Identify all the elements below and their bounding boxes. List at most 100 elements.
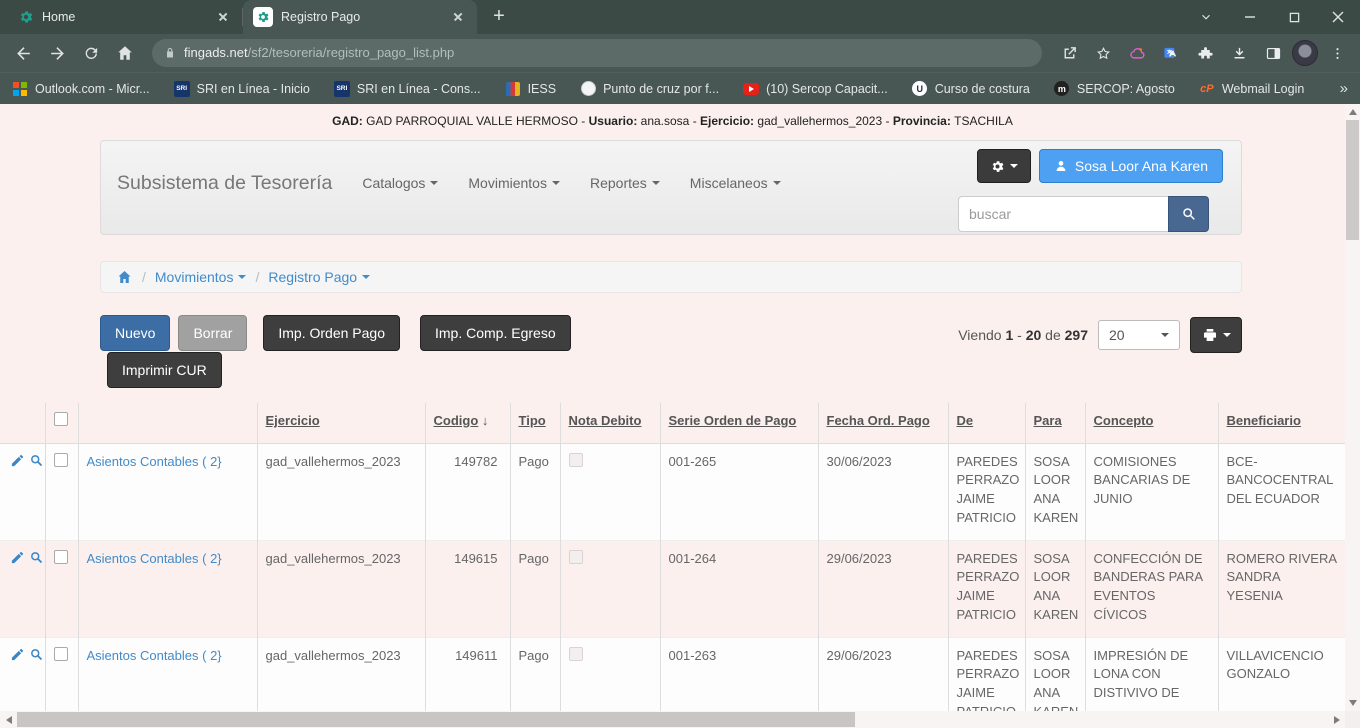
edit-pencil-icon[interactable] [10,647,25,662]
cell-beneficiario: ROMERO RIVERA SANDRA YESENIA [1218,540,1345,637]
translate-extension-icon[interactable] [1156,38,1186,68]
vertical-scrollbar[interactable] [1345,104,1360,711]
table-row: Asientos Contables ( 2} gad_vallehermos_… [0,443,1345,540]
horizontal-scrollbar[interactable] [0,711,1345,728]
cell-serie: 001-264 [660,540,818,637]
cell-ejercicio: gad_vallehermos_2023 [257,443,425,540]
header-para: Para [1025,403,1085,443]
tab-search-chevron-icon[interactable] [1184,0,1228,34]
sort-desc-icon: ↓ [482,413,489,428]
settings-gear-button[interactable] [977,149,1031,183]
print-dropdown-button[interactable] [1190,317,1242,353]
select-all-checkbox[interactable] [54,412,68,426]
tab-close-icon[interactable] [214,8,232,26]
scroll-up-arrow-icon[interactable] [1345,104,1360,120]
bookmark-iess[interactable]: IESS [505,81,557,97]
bookmark-sri-inicio[interactable]: SRI SRI en Línea - Inicio [174,81,310,97]
header-asientos [78,403,257,443]
imp-comp-egreso-button[interactable]: Imp. Comp. Egreso [420,315,571,351]
bookmark-outlook[interactable]: Outlook.com - Micr... [12,81,150,97]
bookmark-curso-costura[interactable]: U Curso de costura [912,81,1030,97]
reload-icon[interactable] [76,38,106,68]
cell-beneficiario: BCE-BANCOCENTRAL DEL ECUADOR [1218,443,1345,540]
nuevo-button[interactable]: Nuevo [100,315,170,351]
side-panel-icon[interactable] [1258,38,1288,68]
bookmark-punto-de-cruz[interactable]: Punto de cruz por f... [580,81,719,97]
bookmark-sri-consultas[interactable]: SRI SRI en Línea - Cons... [334,81,481,97]
header-codigo: Codigo ↓ [425,403,510,443]
chevron-down-icon [552,181,560,185]
home-icon[interactable] [110,38,140,68]
minimize-icon[interactable] [1228,0,1272,34]
browser-menu-kebab-icon[interactable] [1322,38,1352,68]
asientos-contables-link[interactable]: Asientos Contables ( 2} [87,551,222,566]
imprimir-cur-button[interactable]: Imprimir CUR [107,352,222,388]
breadcrumb-registro-pago[interactable]: Registro Pago [268,269,370,285]
horizontal-scrollbar-thumb[interactable] [17,712,855,727]
chevron-down-icon [238,275,246,279]
cpanel-icon: cP [1199,81,1215,97]
imp-orden-pago-button[interactable]: Imp. Orden Pago [263,315,400,351]
header-fecha-ord: Fecha Ord. Pago [818,403,948,443]
downloads-icon[interactable] [1224,38,1254,68]
view-magnifier-icon[interactable] [29,647,44,662]
actions-row: Nuevo Borrar Imp. Orden Pago Imp. Comp. … [100,315,1242,388]
gear-icon [990,159,1005,174]
bookmark-sercop-youtube[interactable]: (10) Sercop Capacit... [743,81,888,97]
row-checkbox[interactable] [54,647,68,661]
header-beneficiario: Beneficiario [1218,403,1345,443]
tab-registro-pago[interactable]: Registro Pago [243,0,477,34]
share-icon[interactable] [1054,38,1084,68]
header-concepto: Concepto [1085,403,1218,443]
cell-tipo: Pago [510,443,560,540]
new-tab-button[interactable]: + [485,3,513,31]
menu-catalogos[interactable]: Catalogos [347,165,453,201]
chevron-down-icon [773,181,781,185]
asientos-contables-link[interactable]: Asientos Contables ( 2} [87,454,222,469]
bookmark-webmail[interactable]: cP Webmail Login [1199,81,1304,97]
back-icon[interactable] [8,38,38,68]
scroll-down-arrow-icon[interactable] [1345,695,1360,711]
cell-ejercicio: gad_vallehermos_2023 [257,540,425,637]
scroll-left-arrow-icon[interactable] [0,711,17,728]
weather-extension-cloud-icon[interactable] [1122,38,1152,68]
view-magnifier-icon[interactable] [29,550,44,565]
maximize-icon[interactable] [1272,0,1316,34]
table-row: Asientos Contables ( 2} gad_vallehermos_… [0,540,1345,637]
bookmarks-overflow-chevron[interactable]: » [1340,80,1348,97]
cell-fecha: 29/06/2023 [818,540,948,637]
tab-close-icon[interactable] [449,8,467,26]
person-icon [1054,159,1068,173]
menu-movimientos[interactable]: Movimientos [453,165,575,201]
table-header-row: Ejercicio Codigo ↓ Tipo Nota Debito Seri… [0,403,1345,443]
breadcrumb-home-icon[interactable] [116,269,133,285]
page-size-select[interactable]: 20 [1098,320,1180,350]
user-button[interactable]: Sosa Loor Ana Karen [1039,149,1223,183]
edit-pencil-icon[interactable] [10,453,25,468]
menu-reportes[interactable]: Reportes [575,165,675,201]
row-checkbox[interactable] [54,550,68,564]
view-magnifier-icon[interactable] [29,453,44,468]
profile-avatar[interactable] [1292,40,1318,66]
borrar-button[interactable]: Borrar [178,315,247,351]
vertical-scrollbar-thumb[interactable] [1346,120,1359,240]
menu-miscelaneos[interactable]: Miscelaneos [675,165,796,201]
bookmark-star-icon[interactable] [1088,38,1118,68]
address-bar[interactable]: fingads.net/sf2/tesoreria/registro_pago_… [152,39,1042,67]
forward-icon[interactable] [42,38,72,68]
row-checkbox[interactable] [54,453,68,467]
search-button[interactable] [1168,196,1209,232]
bookmark-sercop-agosto[interactable]: m SERCOP: Agosto [1054,81,1175,97]
close-icon[interactable] [1316,0,1360,34]
browser-toolbar: fingads.net/sf2/tesoreria/registro_pago_… [0,34,1360,72]
asientos-contables-link[interactable]: Asientos Contables ( 2} [87,648,222,663]
search-input[interactable] [958,196,1168,232]
site-favicon-gear-icon [253,7,273,27]
tab-home[interactable]: Home [8,0,242,34]
punto-de-cruz-icon [580,81,596,97]
scroll-right-arrow-icon[interactable] [1328,711,1345,728]
edit-pencil-icon[interactable] [10,550,25,565]
extensions-puzzle-icon[interactable] [1190,38,1220,68]
breadcrumb-movimientos[interactable]: Movimientos [155,269,247,285]
cell-de: PAREDES PERRAZO JAIME PATRICIO [948,540,1025,637]
